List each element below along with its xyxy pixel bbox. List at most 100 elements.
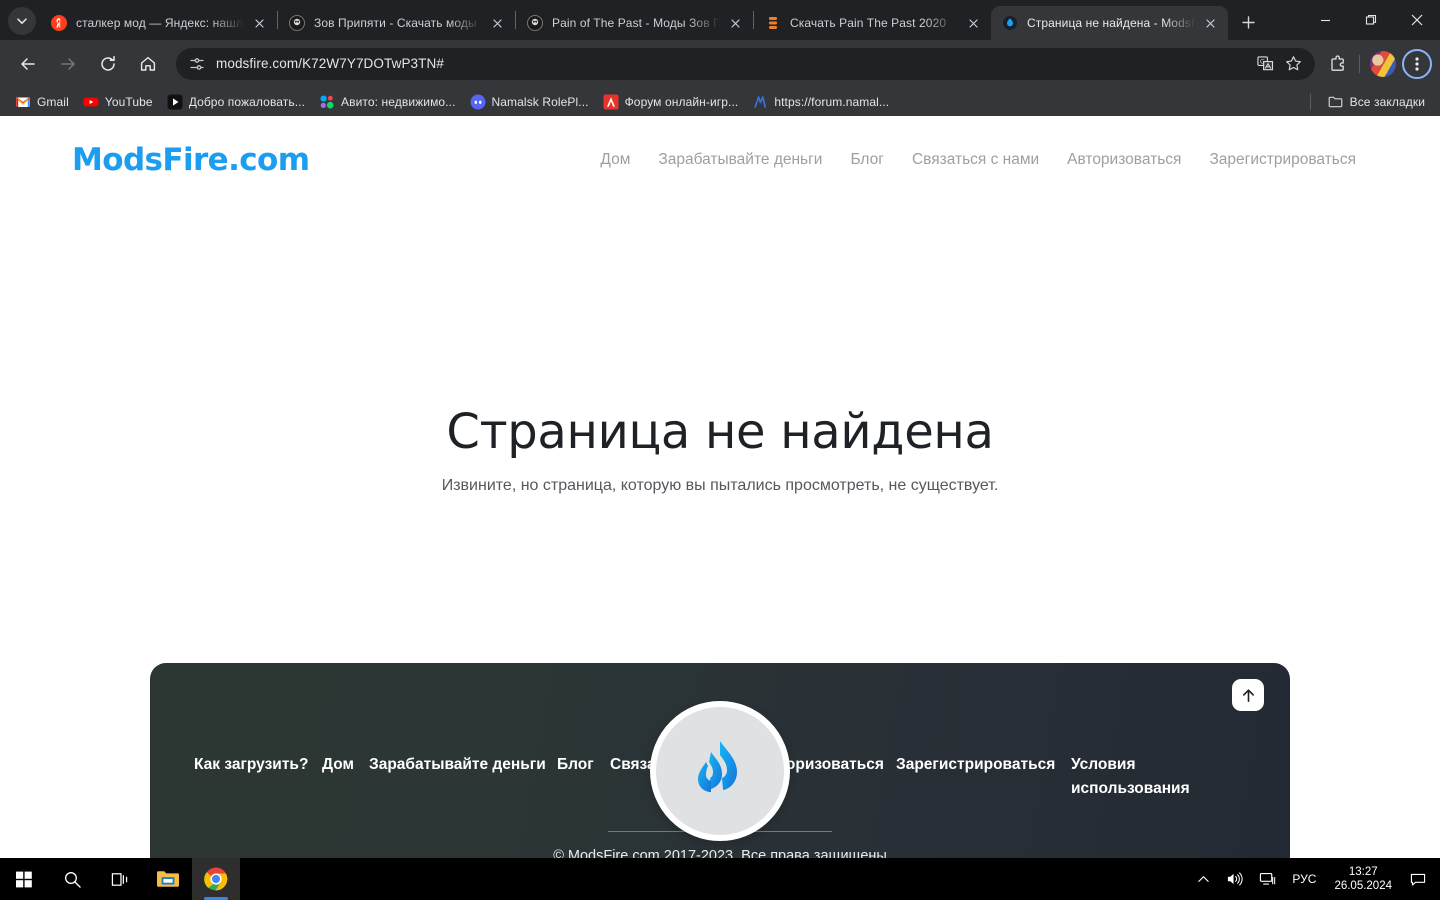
footer-link-terms[interactable]: Условия использования	[1071, 753, 1201, 801]
close-icon[interactable]	[487, 13, 507, 33]
footer-link-earn-money[interactable]: Зарабатывайте деньги	[369, 753, 557, 777]
browser-tab[interactable]: Pain of The Past - Моды Зов П	[516, 6, 753, 40]
browser-tab[interactable]: Скачать Pain The Past 2020	[754, 6, 991, 40]
back-arrow-icon	[21, 57, 35, 70]
tab-title: Скачать Pain The Past 2020	[790, 16, 947, 30]
all-bookmarks-button[interactable]: Все закладки	[1309, 87, 1432, 116]
volume-button[interactable]	[1218, 858, 1251, 900]
tab-list: сталкер мод — Яндекс: нашлось Зов Припят…	[40, 6, 1228, 40]
three-dots-icon	[1415, 56, 1419, 71]
folder-icon	[1328, 94, 1344, 110]
clock[interactable]: 13:27 26.05.2024	[1324, 858, 1402, 900]
all-bookmarks[interactable]: Все закладки	[1321, 91, 1432, 113]
bookmark-label: Авито: недвижимо...	[341, 94, 456, 109]
address-bar[interactable]: modsfire.com/K72W7Y7DOTwP3TN# G	[176, 47, 1315, 80]
bookmarks-separator	[1309, 93, 1311, 110]
site-logo[interactable]: ModsFire.com	[72, 142, 310, 178]
web-page: ModsFire.com Дом Зарабатывайте деньги Бл…	[0, 116, 1440, 858]
flame-logo-icon	[698, 741, 737, 799]
network-icon	[1260, 872, 1276, 885]
footer-col-how-to-download: Как загрузить?	[194, 753, 322, 777]
maximize-icon	[1365, 14, 1377, 25]
footer-link-register[interactable]: Зарегистрироваться	[896, 753, 1071, 777]
close-icon[interactable]	[963, 13, 983, 33]
footer-col-blog: Блог	[557, 753, 610, 777]
bookmark-item[interactable]: https://forum.namal...	[745, 91, 896, 113]
back-button[interactable]	[11, 47, 45, 81]
nav-link-earn-money[interactable]: Зарабатывайте деньги	[658, 151, 822, 169]
bookmark-label: Gmail	[37, 94, 69, 109]
orange-stack-icon	[765, 15, 781, 31]
close-icon[interactable]	[1200, 13, 1220, 33]
bookmark-star-icon[interactable]	[1279, 50, 1307, 78]
maximize-button[interactable]	[1348, 0, 1394, 40]
network-button[interactable]	[1251, 858, 1284, 900]
bookmark-item[interactable]: Форум онлайн-игр...	[596, 91, 746, 113]
minimize-button[interactable]	[1302, 0, 1348, 40]
reload-button[interactable]	[91, 47, 125, 81]
stalker-icon	[289, 15, 305, 31]
arrow-up-icon	[1242, 688, 1254, 702]
home-icon	[140, 56, 156, 71]
yandex-icon	[51, 15, 67, 31]
bookmark-label: https://forum.namal...	[774, 94, 890, 109]
clock-date: 26.05.2024	[1334, 880, 1392, 892]
start-button[interactable]	[0, 858, 48, 900]
nav-link-register[interactable]: Зарегистрироваться	[1209, 151, 1356, 169]
nav-link-home[interactable]: Дом	[600, 151, 630, 169]
new-tab-button[interactable]	[1234, 8, 1262, 36]
reload-icon	[101, 55, 115, 71]
file-explorer-button[interactable]	[144, 858, 192, 900]
browser-tab[interactable]: сталкер мод — Яндекс: нашлось	[40, 6, 277, 40]
site-navigation: Дом Зарабатывайте деньги Блог Связаться …	[600, 151, 1356, 169]
footer-link-how-to-download[interactable]: Как загрузить?	[194, 753, 322, 777]
avito-icon	[319, 94, 335, 110]
bookmark-label: YouTube	[104, 94, 153, 109]
omnibox-actions: G	[1251, 50, 1307, 78]
window-controls	[1302, 0, 1440, 40]
task-view-button[interactable]	[96, 858, 144, 900]
bookmark-item[interactable]: Namalsk RolePl...	[463, 91, 596, 113]
taskbar-search-button[interactable]	[48, 858, 96, 900]
extensions-button[interactable]	[1323, 49, 1353, 79]
show-hidden-icons-button[interactable]	[1189, 858, 1218, 900]
bookmark-item[interactable]: Gmail	[8, 91, 76, 113]
error-content: Страница не найдена Извините, но страниц…	[0, 204, 1440, 495]
browser-toolbar: modsfire.com/K72W7Y7DOTwP3TN# G	[0, 40, 1440, 87]
chrome-taskbar-button[interactable]	[192, 858, 240, 900]
chrome-menu-button[interactable]	[1402, 48, 1432, 79]
bookmark-label: Форум онлайн-игр...	[624, 94, 739, 109]
tab-search-button[interactable]	[8, 7, 36, 35]
nav-link-login[interactable]: Авторизоваться	[1067, 151, 1181, 169]
play-icon	[167, 94, 183, 110]
bookmark-item[interactable]: YouTube	[76, 91, 160, 113]
home-button[interactable]	[131, 47, 165, 81]
nav-link-blog[interactable]: Блог	[850, 151, 884, 169]
translate-icon[interactable]: G	[1251, 50, 1279, 78]
footer-link-blog[interactable]: Блог	[557, 753, 610, 777]
avatar[interactable]	[1370, 50, 1396, 77]
scroll-to-top-button[interactable]	[1232, 679, 1264, 711]
search-icon	[64, 871, 81, 888]
close-icon[interactable]	[249, 13, 269, 33]
nav-link-contact[interactable]: Связаться с нами	[912, 151, 1039, 169]
bookmark-item[interactable]: Добро пожаловать...	[160, 91, 312, 113]
bookmark-item[interactable]: Авито: недвижимо...	[312, 91, 462, 113]
notifications-button[interactable]	[1402, 858, 1434, 900]
site-settings-icon[interactable]	[186, 53, 208, 75]
modsfire-icon	[1002, 15, 1018, 31]
close-window-button[interactable]	[1394, 0, 1440, 40]
language-indicator[interactable]: РУС	[1284, 858, 1324, 900]
bookmark-label: Namalsk RolePl...	[491, 94, 589, 109]
windows-start-icon	[16, 871, 32, 888]
footer-link-home[interactable]: Дом	[322, 753, 369, 777]
all-bookmarks-label: Все закладки	[1349, 94, 1425, 109]
close-icon[interactable]	[725, 13, 745, 33]
browser-tab[interactable]: Зов Припяти - Скачать моды S	[278, 6, 515, 40]
error-subtitle: Извините, но страница, которую вы пытали…	[441, 477, 999, 494]
forward-button[interactable]	[51, 47, 85, 81]
file-explorer-icon	[157, 871, 179, 887]
browser-tab-active[interactable]: Страница не найдена - ModsF	[991, 6, 1228, 40]
copyright-text: © ModsFire.com 2017-2023. Все права защи…	[553, 848, 887, 858]
logo-text: ModsFire.com	[72, 142, 310, 178]
